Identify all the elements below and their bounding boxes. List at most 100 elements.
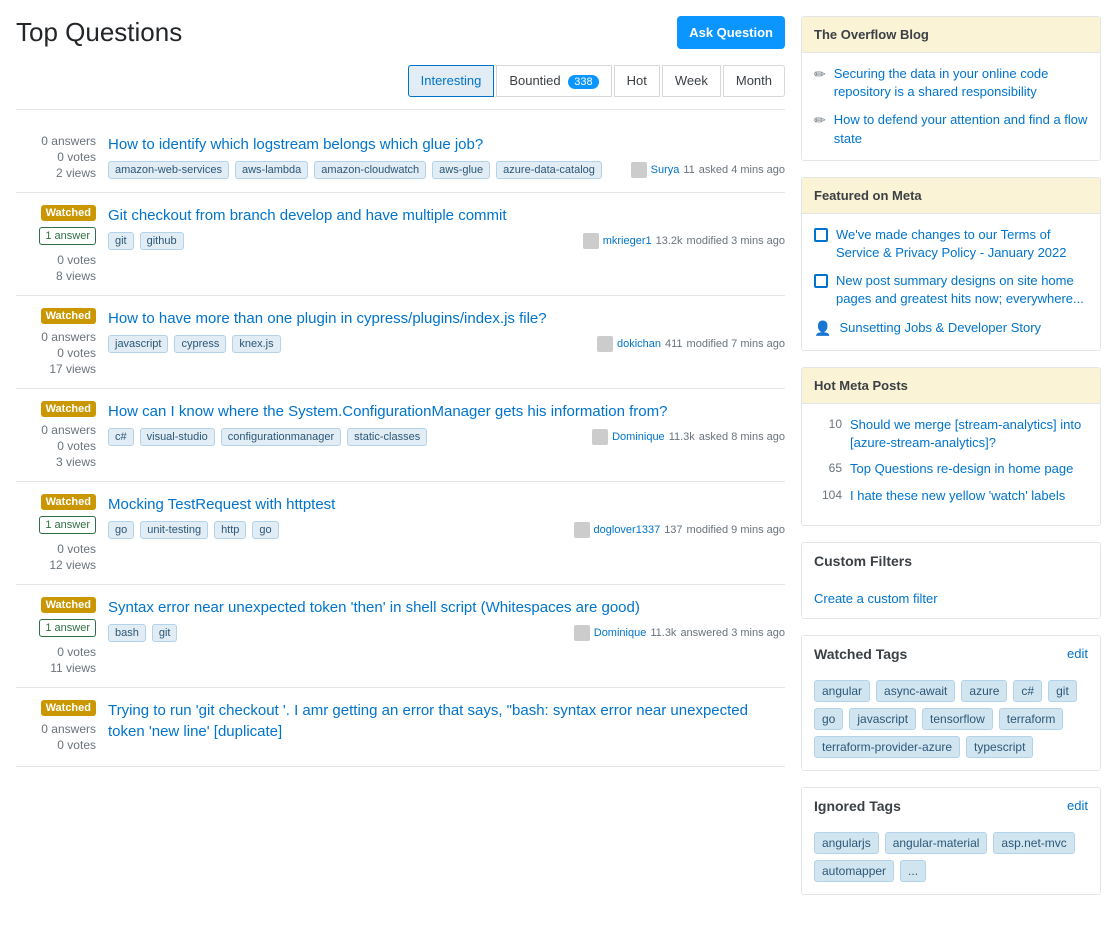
ignored-tag[interactable]: automapper — [814, 860, 894, 882]
watched-tag[interactable]: terraform — [999, 708, 1064, 730]
action-text: asked 8 mins ago — [699, 431, 785, 443]
question-stats: Watched 0 answers 0 votes 3 views — [16, 401, 96, 469]
tag[interactable]: github — [140, 232, 184, 250]
user-rep: 11.3k — [650, 627, 676, 639]
question-title[interactable]: Trying to run 'git checkout '. I amr get… — [108, 700, 785, 742]
meta-link-3[interactable]: Sunsetting Jobs & Developer Story — [839, 319, 1041, 339]
tag[interactable]: amazon-web-services — [108, 161, 229, 179]
answer-count: 0 answers — [41, 330, 96, 344]
user-name: Dominique — [594, 627, 647, 639]
watched-tags-edit[interactable]: edit — [1067, 646, 1088, 661]
question-item: Watched 1 answer 0 votes 11 views Syntax… — [16, 585, 785, 688]
tag[interactable]: visual-studio — [140, 428, 215, 446]
question-stats: Watched 1 answer 0 votes 8 views — [16, 205, 96, 283]
filter-bar: Interesting Bountied 338 Hot Week Month — [16, 65, 785, 110]
watched-tag[interactable]: angular — [814, 680, 870, 702]
tag[interactable]: git — [152, 624, 178, 642]
tags-and-meta: c# visual-studio configurationmanager stati… — [108, 428, 785, 446]
views-count: 2 views — [56, 166, 96, 180]
watched-tag[interactable]: c# — [1013, 680, 1042, 702]
hot-meta-link-1[interactable]: Should we merge [stream-analytics] into … — [850, 416, 1088, 452]
tab-bountied[interactable]: Bountied 338 — [496, 65, 611, 97]
watched-tag[interactable]: javascript — [849, 708, 916, 730]
question-main: Syntax error near unexpected token 'then… — [108, 597, 785, 675]
hot-meta-title: Hot Meta Posts — [802, 368, 1100, 404]
question-main: Mocking TestRequest with httptest gounit… — [108, 494, 785, 572]
avatar — [574, 522, 590, 538]
meta-item-2: New post summary designs on site home pa… — [814, 272, 1088, 308]
avatar — [583, 233, 599, 249]
tag[interactable]: aws-lambda — [235, 161, 308, 179]
question-stats: Watched 1 answer 0 votes 11 views — [16, 597, 96, 675]
hot-meta-box: Hot Meta Posts 10 Should we merge [strea… — [801, 367, 1101, 526]
ignored-tags-body: angularjs angular-materialasp.net-mvc auto… — [802, 824, 1100, 894]
tag[interactable]: unit-testing — [140, 521, 208, 539]
meta-link-1[interactable]: We've made changes to our Terms of Servi… — [836, 226, 1088, 262]
blog-link-2[interactable]: How to defend your attention and find a … — [834, 111, 1088, 147]
custom-filters-title: Custom Filters — [814, 553, 912, 569]
question-title[interactable]: How to identify which logstream belongs … — [108, 134, 785, 155]
question-title[interactable]: How to have more than one plugin in cypr… — [108, 308, 785, 329]
watched-tag[interactable]: git — [1048, 680, 1077, 702]
page-header: Top Questions Ask Question — [16, 16, 785, 49]
tab-month[interactable]: Month — [723, 65, 785, 97]
featured-meta-title: Featured on Meta — [802, 178, 1100, 214]
watched-tag[interactable]: azure — [961, 680, 1007, 702]
ignored-tag[interactable]: asp.net-mvc — [993, 832, 1074, 854]
avatar — [597, 336, 613, 352]
watched-tag[interactable]: go — [814, 708, 843, 730]
user-name: Dominique — [612, 431, 665, 443]
tag[interactable]: go — [252, 521, 278, 539]
avatar — [574, 625, 590, 641]
blog-link-1[interactable]: Securing the data in your online code re… — [834, 65, 1088, 101]
watched-badge: Watched — [41, 401, 96, 417]
question-title[interactable]: How can I know where the System.Configur… — [108, 401, 785, 422]
tag[interactable]: static-classes — [347, 428, 427, 446]
hot-meta-link-3[interactable]: I hate these new yellow 'watch' labels — [850, 487, 1065, 505]
tag[interactable]: bash — [108, 624, 146, 642]
views-count: 3 views — [56, 455, 96, 469]
meta-square-icon-1 — [814, 228, 828, 242]
tag[interactable]: amazon-cloudwatch — [314, 161, 426, 179]
question-item: Watched 0 answers 0 votes 3 views How ca… — [16, 389, 785, 482]
tab-hot[interactable]: Hot — [614, 65, 660, 97]
hot-meta-item-1: 10 Should we merge [stream-analytics] in… — [814, 416, 1088, 452]
user-rep: 11.3k — [669, 431, 695, 443]
meta-item-3: 👤 Sunsetting Jobs & Developer Story — [814, 319, 1088, 339]
question-title[interactable]: Syntax error near unexpected token 'then… — [108, 597, 785, 618]
tag[interactable]: http — [214, 521, 246, 539]
question-main: How can I know where the System.Configur… — [108, 401, 785, 469]
watched-tag[interactable]: tensorflow — [922, 708, 993, 730]
ignored-tag[interactable]: angular-material — [885, 832, 988, 854]
user-name: mkrieger1 — [603, 235, 652, 247]
tab-interesting[interactable]: Interesting — [408, 65, 495, 97]
meta-link-2[interactable]: New post summary designs on site home pa… — [836, 272, 1088, 308]
tag[interactable]: knex.js — [232, 335, 280, 353]
question-title[interactable]: Mocking TestRequest with httptest — [108, 494, 785, 515]
tab-week[interactable]: Week — [662, 65, 721, 97]
question-title[interactable]: Git checkout from branch develop and hav… — [108, 205, 785, 226]
person-icon: 👤 — [814, 319, 831, 339]
watched-tag[interactable]: terraform-provider-azure — [814, 736, 960, 758]
sidebar: The Overflow Blog ✏ Securing the data in… — [801, 16, 1101, 911]
ignored-tag[interactable]: angularjs — [814, 832, 879, 854]
watched-tag[interactable]: typescript — [966, 736, 1033, 758]
tag[interactable]: configurationmanager — [221, 428, 341, 446]
tag[interactable]: c# — [108, 428, 134, 446]
filter-tabs: Interesting Bountied 338 Hot Week Month — [408, 65, 785, 97]
tag[interactable]: azure-data-catalog — [496, 161, 602, 179]
avatar — [592, 429, 608, 445]
user-rep: 13.2k — [656, 235, 683, 247]
tag[interactable]: go — [108, 521, 134, 539]
ignored-tag[interactable]: ... — [900, 860, 926, 882]
hot-meta-link-2[interactable]: Top Questions re-design in home page — [850, 460, 1073, 478]
watched-tag[interactable]: async-await — [876, 680, 955, 702]
ignored-tags-edit[interactable]: edit — [1067, 798, 1088, 813]
tag[interactable]: javascript — [108, 335, 168, 353]
tag[interactable]: aws-glue — [432, 161, 490, 179]
create-filter-link[interactable]: Create a custom filter — [814, 591, 938, 606]
tag[interactable]: git — [108, 232, 134, 250]
views-count: 11 views — [50, 661, 96, 675]
ask-question-button[interactable]: Ask Question — [677, 16, 785, 49]
tag[interactable]: cypress — [174, 335, 226, 353]
